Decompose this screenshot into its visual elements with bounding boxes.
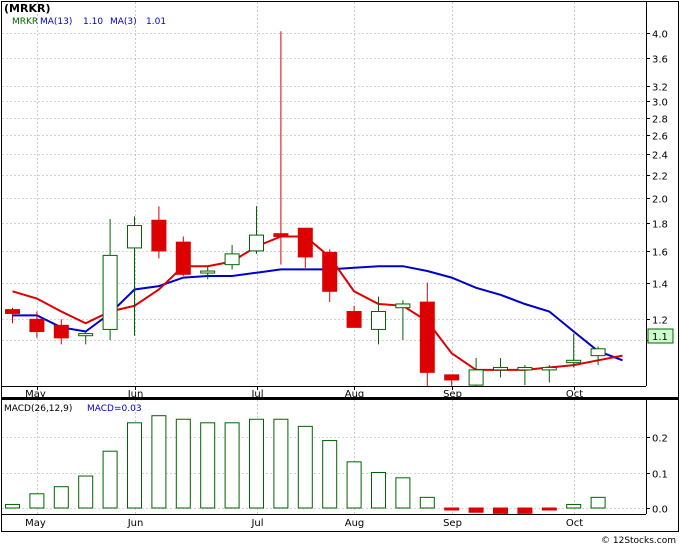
price-tick-label: 3.0: [652, 98, 668, 109]
macd-bar: [468, 507, 484, 513]
candle-body: [322, 251, 338, 292]
price-tick-label: 1.4: [652, 280, 668, 291]
price-tick-label: 2.6: [652, 132, 668, 143]
candle-body: [468, 369, 484, 386]
price-month-label: Oct: [566, 389, 583, 400]
legend-ma3: MA(3): [110, 17, 137, 27]
macd-tick-label: 0.2: [652, 434, 668, 445]
macd-bar: [444, 507, 460, 511]
macd-bar: [371, 472, 386, 509]
candle-body: [200, 270, 216, 274]
macd-bar: [29, 493, 45, 509]
candle-body: [29, 318, 45, 333]
macd-bar: [566, 503, 582, 509]
macd-bar: [249, 418, 264, 509]
macd-month-label: Aug: [345, 518, 365, 529]
price-tick-label: 3.2: [652, 83, 668, 94]
candle-body: [590, 348, 606, 357]
macd-bar: [5, 503, 20, 509]
candle-body: [541, 366, 557, 371]
price-tick-label: 4.0: [652, 30, 668, 41]
macd-bar: [590, 496, 606, 509]
macd-bar: [78, 475, 94, 509]
candle-body: [151, 219, 167, 252]
price-panel-frame: [1, 1, 679, 398]
macd-bar: [346, 461, 362, 509]
candle-body: [53, 324, 69, 339]
macd-bar: [322, 440, 338, 509]
price-tick-label: 3.6: [652, 55, 668, 66]
macd-month-label: Sep: [443, 518, 462, 529]
macd-month-label: Jun: [127, 518, 144, 529]
candle-body: [297, 227, 313, 258]
candle-body: [127, 225, 142, 249]
macd-month-label: Oct: [566, 518, 583, 529]
price-tick-label: 1.8: [652, 220, 668, 231]
candle-body: [249, 234, 264, 252]
candle-body: [371, 311, 386, 330]
macd-bar: [273, 418, 289, 509]
candle-body: [566, 359, 582, 364]
legend-ma3-value: 1.01: [146, 17, 166, 27]
price-month-label: Sep: [443, 389, 462, 400]
macd-legend-title: MACD(26,12,9): [4, 404, 72, 414]
macd-bar: [493, 507, 508, 514]
price-tick-label: 1.2: [652, 316, 668, 327]
candle-body: [224, 253, 240, 266]
legend-ticker: MRKR: [12, 17, 38, 27]
macd-legend: MACD(26,12,9) MACD=0.03: [4, 404, 142, 414]
price-tick-label: 2.4: [652, 151, 668, 162]
macd-bar: [395, 477, 411, 509]
macd-legend-value: MACD=0.03: [87, 404, 142, 414]
last-price-label: 1.1: [652, 332, 668, 343]
candle-body: [444, 374, 460, 381]
macd-bar: [517, 507, 533, 514]
price-tick-label: 2.0: [652, 195, 668, 206]
macd-bar: [151, 415, 167, 509]
chart-title: (MRKR): [4, 2, 50, 15]
macd-tick-label: 0.1: [652, 470, 668, 481]
price-tick-label: 2.8: [652, 115, 668, 126]
candle-body: [419, 301, 435, 373]
macd-bar: [53, 486, 69, 509]
candle-body: [346, 311, 362, 328]
candle-body: [493, 366, 508, 371]
candle-body: [78, 333, 94, 337]
macd-bar: [175, 418, 191, 509]
candle-body: [5, 309, 20, 314]
candle: [175, 236, 191, 276]
macd-month-label: May: [25, 518, 46, 529]
price-month-label: May: [25, 389, 46, 400]
macd-bar: [419, 496, 435, 509]
price-tick-label: 2.2: [652, 172, 668, 183]
legend-ma13-value: 1.10: [83, 17, 103, 27]
price-month-label: Aug: [345, 389, 365, 400]
macd-month-label: Jul: [250, 518, 263, 529]
price-tick-label: 1.6: [652, 248, 668, 259]
macd-bar: [297, 425, 313, 509]
candle-body: [273, 233, 289, 237]
macd-bar: [102, 450, 118, 509]
macd-bar: [224, 422, 240, 509]
price-month-label: Jun: [127, 389, 144, 400]
legend-ma13: MA(13): [40, 17, 72, 27]
macd-bar: [200, 422, 216, 509]
watermark: © 12Stocks.com: [601, 536, 676, 546]
macd-tick-label: 0.0: [652, 505, 668, 516]
stock-chart: 4.03.63.23.02.82.62.42.22.01.81.61.41.2 …: [1, 1, 679, 546]
candle-body: [175, 241, 191, 275]
candle-body: [517, 366, 533, 371]
macd-bar: [127, 422, 142, 509]
candle-body: [395, 303, 411, 309]
price-month-label: Jul: [250, 389, 263, 400]
macd-bar: [541, 507, 557, 511]
candle-body: [102, 254, 118, 330]
